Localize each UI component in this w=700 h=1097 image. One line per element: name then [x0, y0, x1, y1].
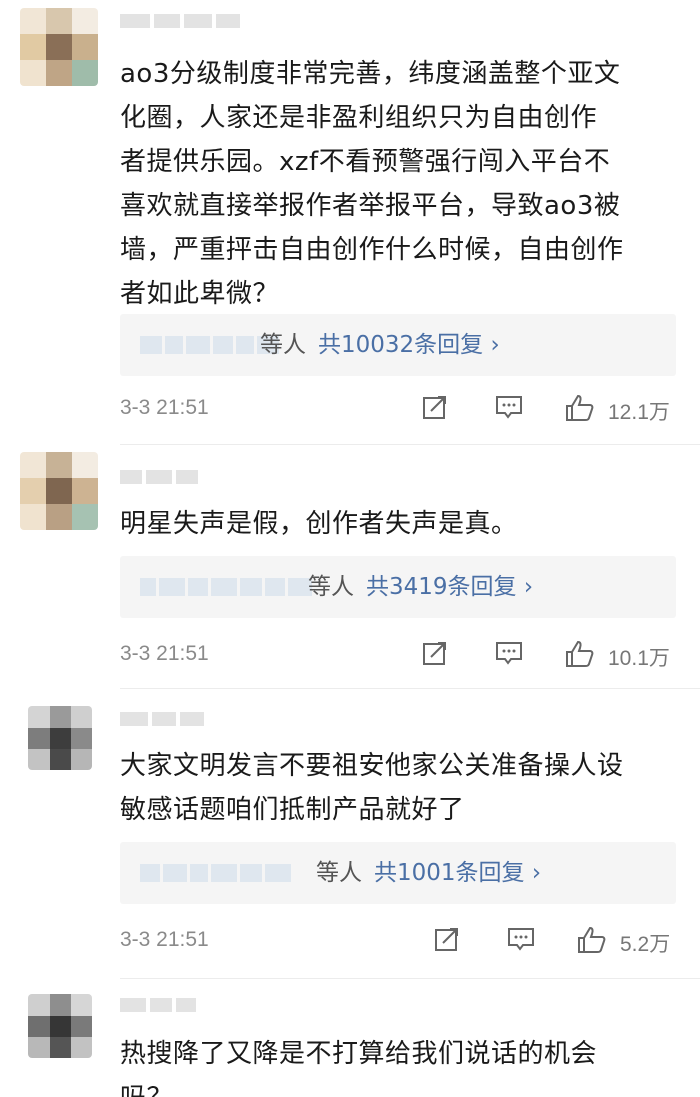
timestamp: 3-3 21:51: [120, 928, 209, 951]
comment-icon[interactable]: [506, 924, 536, 954]
reply-count-link[interactable]: 共10032条回复 ›: [318, 332, 500, 358]
username-blurred[interactable]: [120, 998, 200, 1020]
thumbs-up-icon[interactable]: [564, 392, 596, 424]
comment-text: ao3分级制度非常完善，纬度涵盖整个亚文 化圈，人家还是非盈利组织只为自由创作 …: [120, 59, 624, 309]
comment-item: ao3分级制度非常完善，纬度涵盖整个亚文 化圈，人家还是非盈利组织只为自由创作 …: [0, 8, 700, 448]
comment-item: 大家文明发言不要祖安他家公关准备操人设 敏感话题咱们抵制产品就好了 等人 共100…: [0, 700, 700, 986]
username-blurred[interactable]: [120, 14, 244, 36]
reply-users-suffix: 等人: [308, 574, 354, 600]
username-blurred[interactable]: [120, 712, 208, 734]
avatar[interactable]: [28, 706, 92, 770]
username-blurred[interactable]: [120, 470, 202, 492]
divider: [120, 444, 700, 445]
reply-count-link[interactable]: 共3419条回复 ›: [366, 574, 533, 600]
comment-actions: 3-3 21:51 12.1万: [120, 392, 676, 426]
comment-text: 明星失声是假，创作者失声是真。: [120, 509, 518, 539]
comment-item: 明星失声是假，创作者失声是真。 等人共3419条回复 › 3-3 21:51: [0, 452, 700, 690]
reply-summary[interactable]: 等人 共1001条回复 ›: [120, 842, 676, 904]
timestamp: 3-3 21:51: [120, 642, 209, 665]
reply-usernames-blurred: [140, 864, 294, 882]
comment-text: 热搜降了又降是不打算给我们说话的机会 吗？: [120, 1039, 598, 1097]
share-icon[interactable]: [432, 924, 462, 954]
thumbs-up-icon[interactable]: [576, 924, 608, 956]
reply-summary[interactable]: 等人 共3419条回复 ›: [120, 556, 676, 618]
avatar[interactable]: [28, 994, 92, 1058]
reply-usernames-blurred: [140, 578, 315, 596]
reply-users-suffix: 等人: [316, 860, 362, 886]
comment-icon[interactable]: [494, 392, 524, 422]
reply-users-suffix: 等人: [260, 332, 306, 358]
divider: [120, 978, 700, 979]
comment-feed: ao3分级制度非常完善，纬度涵盖整个亚文 化圈，人家还是非盈利组织只为自由创作 …: [0, 0, 700, 1097]
like-count: 5.2万: [620, 933, 671, 956]
avatar[interactable]: [20, 8, 98, 86]
comment-item: 热搜降了又降是不打算给我们说话的机会 吗？: [0, 990, 700, 1097]
divider: [120, 688, 700, 689]
timestamp: 3-3 21:51: [120, 396, 209, 419]
share-icon[interactable]: [420, 638, 450, 668]
comment-actions: 3-3 21:51 5.2万: [120, 924, 676, 958]
reply-count-link[interactable]: 共1001条回复 ›: [374, 860, 541, 886]
avatar[interactable]: [20, 452, 98, 530]
comment-icon[interactable]: [494, 638, 524, 668]
share-icon[interactable]: [420, 392, 450, 422]
comment-text: 大家文明发言不要祖安他家公关准备操人设 敏感话题咱们抵制产品就好了: [120, 751, 624, 825]
comment-actions: 3-3 21:51 10.1万: [120, 638, 676, 672]
like-count: 10.1万: [608, 647, 670, 670]
reply-summary[interactable]: 等人 共10032条回复 ›: [120, 314, 676, 376]
like-count: 12.1万: [608, 401, 670, 424]
thumbs-up-icon[interactable]: [564, 638, 596, 670]
